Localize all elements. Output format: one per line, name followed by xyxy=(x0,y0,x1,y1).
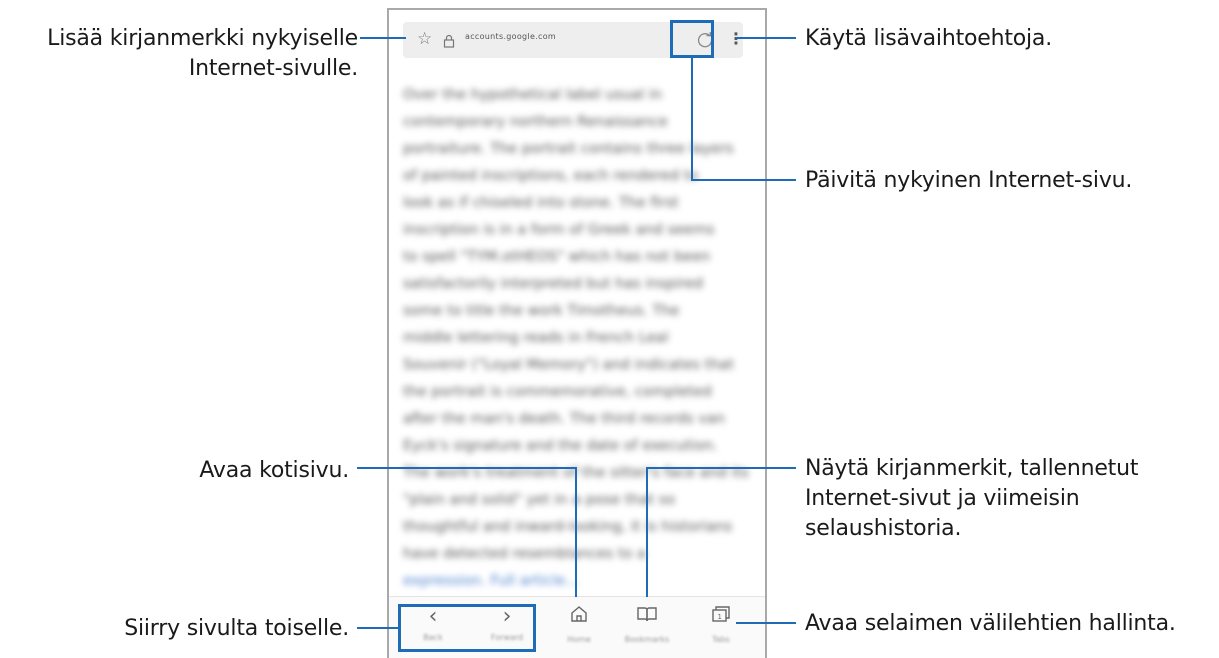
navigation-highlight xyxy=(398,604,536,652)
content-line: Over the hypothetical label usual in xyxy=(403,87,663,103)
callout-bookmarks-line1: Näytä kirjanmerkit, tallennetut xyxy=(805,456,1139,481)
callout-bookmarks-line2: Internet-sivut ja viimeisin xyxy=(805,486,1080,511)
refresh-connector-h xyxy=(691,179,796,181)
content-line: thoughtful and inward-looking, it is his… xyxy=(403,519,733,535)
callout-bookmark-line1: Lisää kirjanmerkki nykyiselle xyxy=(47,26,358,51)
bookmark-connector xyxy=(360,37,406,39)
bookmarks-connector-h xyxy=(646,467,796,469)
refresh-connector-v xyxy=(691,56,693,180)
tabs-button[interactable]: 1 Tabs xyxy=(701,603,741,647)
home-icon xyxy=(559,603,599,633)
content-line: The work's treatment of the sitter's fac… xyxy=(403,465,749,481)
content-line: inscription is in a form of Greek and se… xyxy=(403,222,715,238)
more-options-icon[interactable]: ⋮ xyxy=(728,30,744,48)
content-line: the portrait is commemorative, completed xyxy=(403,384,712,400)
callout-more-options: Käytä lisävaihtoehtoja. xyxy=(805,26,1053,51)
navigate-connector xyxy=(357,627,399,629)
star-icon[interactable]: ☆ xyxy=(417,29,432,49)
bookmarks-connector-v xyxy=(646,467,648,597)
phone-screen: ☆ accounts.google.com ⋮ Over the hypothe… xyxy=(387,8,767,658)
content-line: look as if chiseled into stone. The firs… xyxy=(403,195,679,211)
content-line: to spell "TYM.otHEOS" which has not been xyxy=(403,249,711,265)
content-line: "plain and solid" yet in a pose that so xyxy=(403,492,676,508)
content-line: Eyck's signature and the date of executi… xyxy=(403,438,718,454)
home-label: Home xyxy=(567,635,591,644)
content-line: have detected resemblances to a xyxy=(403,546,646,562)
home-connector-v xyxy=(575,467,577,597)
tabs-label: Tabs xyxy=(712,635,730,644)
book-icon xyxy=(621,603,673,633)
tabs-icon: 1 xyxy=(701,603,741,633)
page-content: Over the hypothetical label usual in con… xyxy=(403,82,753,595)
content-line: middle lettering reads in French Leal xyxy=(403,330,669,346)
svg-text:1: 1 xyxy=(718,613,722,621)
content-line: contemporary northern Renaissance xyxy=(403,114,668,130)
bookmarks-label: Bookmarks xyxy=(624,635,670,644)
content-line: some to title the work Timotheus. The xyxy=(403,303,680,319)
content-line: after the man's death. The third records… xyxy=(403,411,725,427)
content-line: portraiture. The portrait contains three… xyxy=(403,141,734,157)
callout-bookmark: Lisää kirjanmerkki nykyiselle Internet-s… xyxy=(47,24,358,84)
lock-icon xyxy=(443,33,455,53)
home-connector-h xyxy=(357,467,577,469)
more-connector xyxy=(736,37,796,39)
full-article-link[interactable]: expression. Full article... xyxy=(403,568,753,595)
refresh-highlight xyxy=(670,20,714,58)
content-line: Souvenir ("Loyal Memory") and indicates … xyxy=(403,357,735,373)
callout-bookmark-line2: Internet-sivulle. xyxy=(188,56,358,81)
url-text[interactable]: accounts.google.com xyxy=(465,32,556,41)
content-line: satisfactorily interpreted but has inspi… xyxy=(403,276,704,292)
callout-bookmarks: Näytä kirjanmerkit, tallennetut Internet… xyxy=(805,454,1138,544)
bookmarks-button[interactable]: Bookmarks xyxy=(621,603,673,647)
home-button[interactable]: Home xyxy=(559,603,599,647)
callout-tabs: Avaa selaimen välilehtien hallinta. xyxy=(805,611,1176,636)
callout-navigate: Siirry sivulta toiselle. xyxy=(124,616,349,641)
callout-refresh: Päivitä nykyinen Internet-sivu. xyxy=(805,168,1133,193)
tabs-connector xyxy=(736,622,796,624)
content-line: of painted inscriptions, each rendered t… xyxy=(403,168,699,184)
callout-bookmarks-line3: selaushistoria. xyxy=(805,516,962,541)
callout-home: Avaa kotisivu. xyxy=(199,458,349,483)
